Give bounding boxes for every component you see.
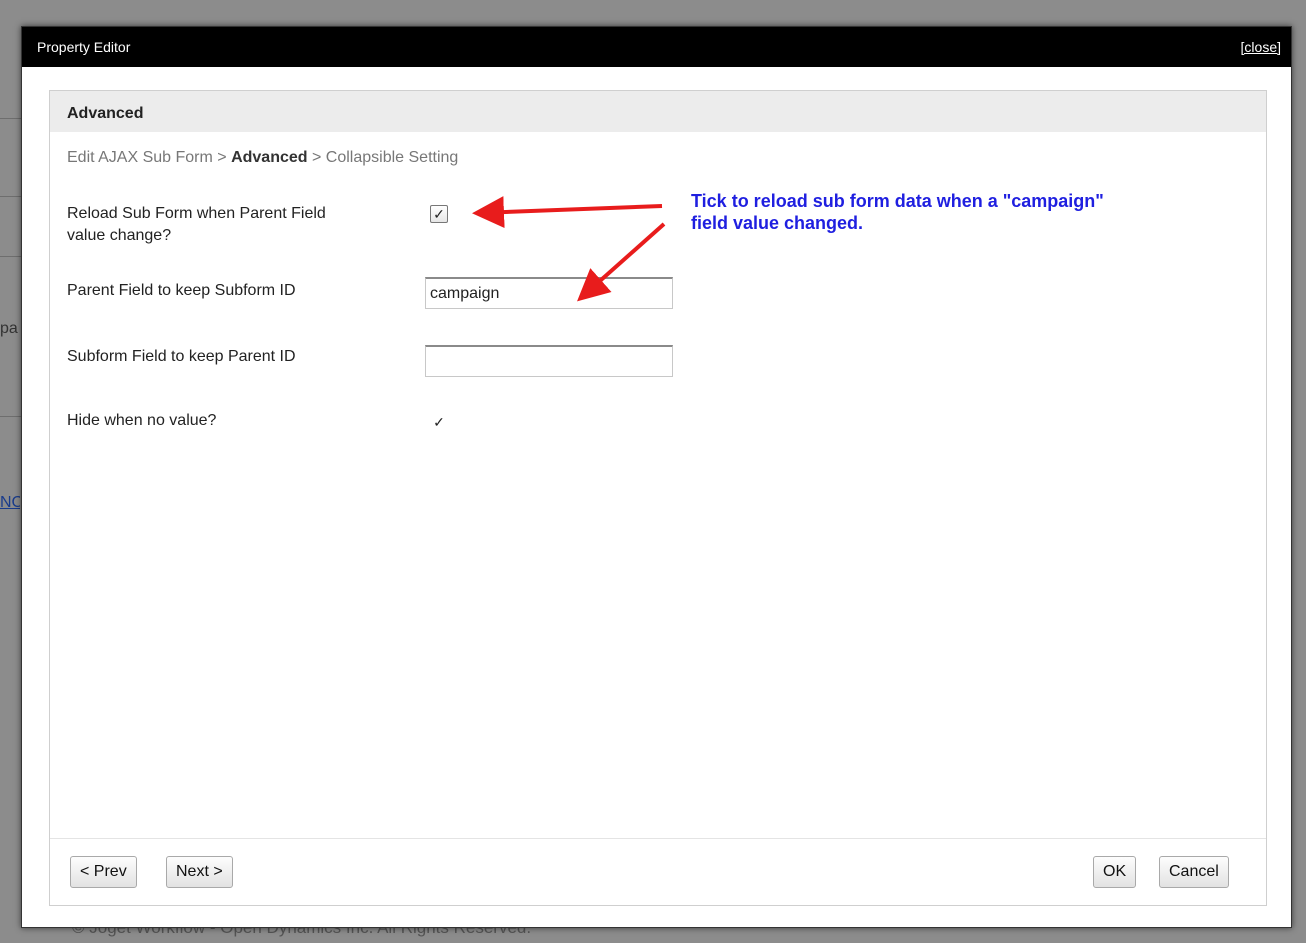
- breadcrumb: Edit AJAX Sub Form > Advanced > Collapsi…: [67, 149, 458, 167]
- dialog-title: Property Editor: [37, 39, 131, 55]
- reload-subform-checkbox[interactable]: ✓: [430, 205, 448, 223]
- dialog-titlebar: Property Editor [close]: [22, 27, 1291, 67]
- parent-field-label: Parent Field to keep Subform ID: [67, 282, 296, 299]
- next-button[interactable]: Next >: [166, 856, 233, 888]
- reload-subform-label: Reload Sub Form when Parent Field value …: [67, 203, 412, 247]
- annotation-line2: field value changed.: [691, 213, 864, 233]
- subform-field-input[interactable]: [425, 345, 673, 377]
- ok-button[interactable]: OK: [1093, 856, 1137, 888]
- panel-title: Advanced: [67, 105, 144, 122]
- breadcrumb-item-advanced: Advanced: [231, 149, 308, 166]
- annotation-line1: Tick to reload sub form data when a "cam…: [691, 191, 1104, 211]
- breadcrumb-separator: >: [212, 149, 232, 166]
- subform-field-label: Subform Field to keep Parent ID: [67, 348, 296, 365]
- breadcrumb-item-collapsible-setting: Collapsible Setting: [325, 149, 459, 166]
- reload-subform-label-line1: Reload Sub Form when Parent Field: [67, 205, 326, 222]
- panel-header: Advanced: [50, 91, 1266, 132]
- close-link[interactable]: [close]: [1241, 39, 1281, 55]
- panel-footer: < Prev Next > OK Cancel: [50, 838, 1266, 905]
- breadcrumb-separator: >: [307, 149, 326, 166]
- hide-when-no-value-checkbox[interactable]: ✓: [430, 413, 448, 431]
- prev-button[interactable]: < Prev: [70, 856, 137, 888]
- background-link-fragment: NC: [0, 494, 20, 511]
- reload-subform-label-line2: value change?: [67, 227, 172, 244]
- annotation-note: Tick to reload sub form data when a "cam…: [691, 190, 1251, 234]
- breadcrumb-item-edit-ajax-sub-form: Edit AJAX Sub Form: [67, 149, 213, 166]
- background-text-fragment: pa: [0, 320, 18, 337]
- parent-field-input[interactable]: [425, 277, 673, 309]
- hide-when-no-value-label: Hide when no value?: [67, 412, 217, 429]
- property-editor-dialog: Property Editor [close] Advanced Edit AJ…: [21, 26, 1292, 928]
- cancel-button[interactable]: Cancel: [1159, 856, 1229, 888]
